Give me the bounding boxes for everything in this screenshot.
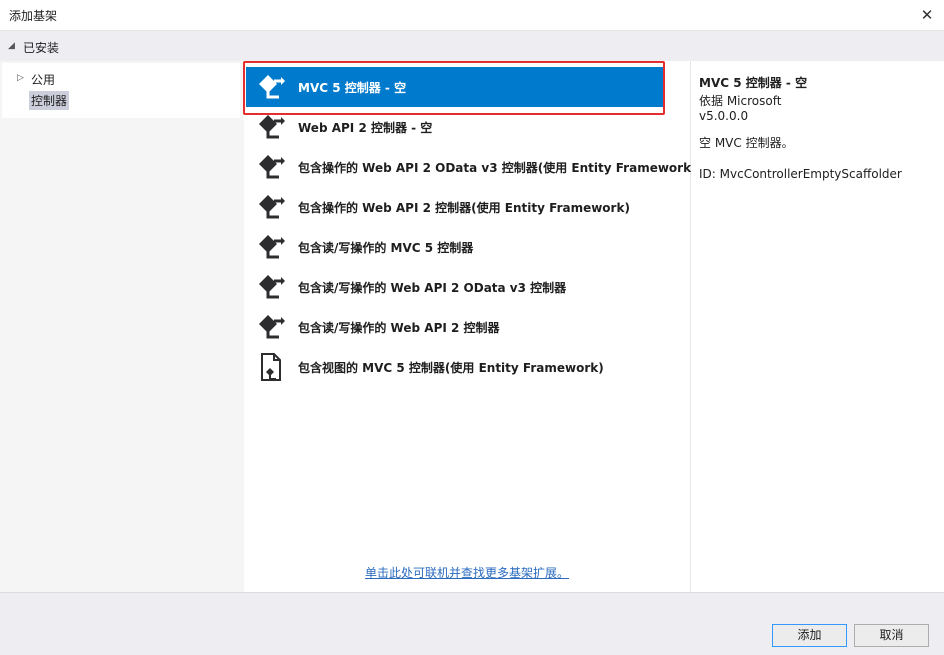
template-label: Web API 2 控制器 - 空 bbox=[298, 121, 433, 135]
online-extensions-link[interactable]: 单击此处可联机并查找更多基架扩展。 bbox=[365, 564, 569, 581]
collapse-triangle-icon[interactable]: ◢ bbox=[8, 41, 15, 51]
close-icon[interactable]: ✕ bbox=[916, 4, 938, 26]
title-bar: 添加基架 ✕ bbox=[0, 0, 944, 31]
template-item[interactable]: 包含操作的 Web API 2 控制器(使用 Entity Framework) bbox=[246, 187, 664, 227]
template-item[interactable]: 包含操作的 Web API 2 OData v3 控制器(使用 Entity F… bbox=[246, 147, 697, 187]
button-bar: 添加 取消 bbox=[0, 592, 944, 655]
controller-icon bbox=[259, 315, 285, 339]
details-id: ID: MvcControllerEmptyScaffolder bbox=[699, 167, 902, 181]
template-label: 包含读/写操作的 Web API 2 控制器 bbox=[298, 321, 500, 335]
details-title: MVC 5 控制器 - 空 bbox=[699, 76, 808, 90]
template-label: 包含视图的 MVC 5 控制器(使用 Entity Framework) bbox=[298, 361, 604, 375]
template-item[interactable]: MVC 5 控制器 - 空 bbox=[246, 67, 664, 107]
template-list: MVC 5 控制器 - 空 Web API 2 控制器 - 空 包含操作的 We… bbox=[245, 61, 697, 592]
template-item[interactable]: 包含读/写操作的 Web API 2 控制器 bbox=[246, 307, 664, 347]
template-label: MVC 5 控制器 - 空 bbox=[298, 81, 407, 95]
add-button[interactable]: 添加 bbox=[772, 624, 847, 647]
controller-icon bbox=[259, 115, 285, 139]
installed-header[interactable]: ◢ 已安装 bbox=[0, 31, 944, 61]
template-item[interactable]: 包含读/写操作的 Web API 2 OData v3 控制器 bbox=[246, 267, 664, 307]
template-label: 包含操作的 Web API 2 OData v3 控制器(使用 Entity F… bbox=[298, 161, 697, 175]
details-version: v5.0.0.0 bbox=[699, 109, 749, 123]
template-label: 包含操作的 Web API 2 控制器(使用 Entity Framework) bbox=[298, 201, 630, 215]
template-item[interactable]: Web API 2 控制器 - 空 bbox=[246, 107, 664, 147]
details-pane: MVC 5 控制器 - 空 依据 Microsoft v5.0.0.0 空 MV… bbox=[691, 61, 944, 592]
template-label: 包含读/写操作的 MVC 5 控制器 bbox=[298, 241, 474, 255]
controller-icon bbox=[259, 235, 285, 259]
controller-icon bbox=[259, 195, 285, 219]
controller-icon bbox=[259, 75, 285, 99]
controller-with-views-icon bbox=[261, 353, 281, 381]
template-label: 包含读/写操作的 Web API 2 OData v3 控制器 bbox=[298, 281, 567, 295]
category-tree: ▷ 公用 控制器 bbox=[0, 61, 244, 592]
template-item[interactable]: 包含视图的 MVC 5 控制器(使用 Entity Framework) bbox=[246, 347, 664, 387]
expand-arrow-icon[interactable]: ▷ bbox=[17, 73, 24, 83]
tree-item-common[interactable]: 公用 bbox=[31, 71, 55, 88]
controller-icon bbox=[259, 275, 285, 299]
controller-icon bbox=[259, 155, 285, 179]
tree-item-controller[interactable]: 控制器 bbox=[29, 91, 70, 110]
cancel-button[interactable]: 取消 bbox=[854, 624, 929, 647]
details-author: 依据 Microsoft bbox=[699, 94, 782, 108]
details-description: 空 MVC 控制器。 bbox=[699, 136, 794, 150]
installed-label: 已安装 bbox=[23, 41, 60, 55]
window-title: 添加基架 bbox=[9, 9, 58, 23]
template-item[interactable]: 包含读/写操作的 MVC 5 控制器 bbox=[246, 227, 664, 267]
